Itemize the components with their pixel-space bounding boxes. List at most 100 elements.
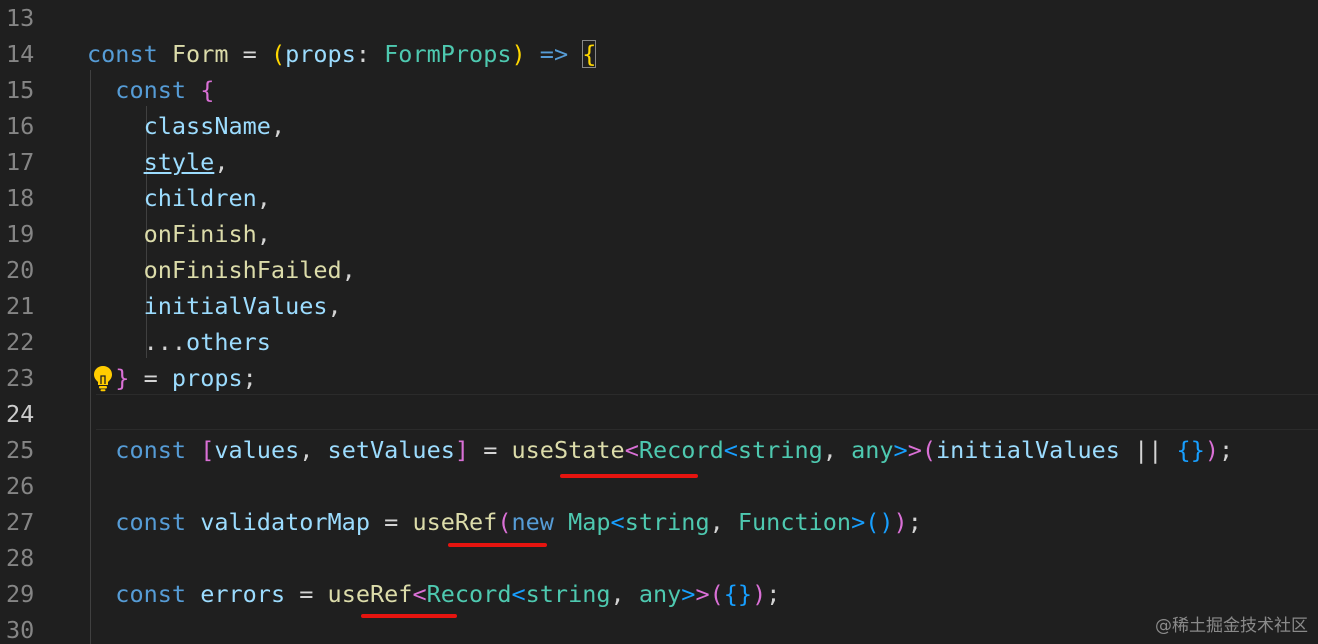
bracket: < [412,580,427,608]
bracket: ) [752,580,767,608]
bracket: [ [200,436,215,464]
code-line: 15 const { [0,72,1318,108]
code-text[interactable]: style, [87,144,229,180]
identifier: children [143,184,257,212]
function-name: useRef [412,508,498,536]
type-name: Record [638,436,724,464]
bracket: { [1176,436,1191,464]
operator: ... [143,328,187,356]
identifier: onFinish [143,220,257,248]
code-text[interactable]: const [values, setValues] = useState<Rec… [87,432,1233,468]
code-line: 19 onFinish, [0,216,1318,252]
line-number: 18 [6,184,35,212]
code-line: 18 children, [0,180,1318,216]
bracket: } [115,364,130,392]
punctuation: ; [766,580,781,608]
bracket: < [723,436,738,464]
identifier: className [143,112,271,140]
code-line: 24 [0,396,1318,432]
line-number: 25 [6,436,35,464]
operator: = [469,436,512,464]
punctuation: , [299,436,328,464]
line-number: 16 [6,112,35,140]
code-text[interactable]: onFinish, [87,216,271,252]
punctuation: , [214,148,229,176]
code-line: 21 initialValues, [0,288,1318,324]
line-number: 17 [6,148,35,176]
operator: = [369,508,413,536]
line-number: 29 [6,580,35,608]
bracket: { [200,76,215,104]
code-text[interactable]: onFinishFailed, [87,252,356,288]
keyword: const [115,436,187,464]
line-number: 19 [6,220,35,248]
identifier: onFinishFailed [143,256,342,284]
operator: = [285,580,328,608]
line-number: 30 [6,616,35,644]
lightbulb-icon[interactable] [92,364,114,392]
code-text[interactable]: const validatorMap = useRef(new Map<stri… [87,504,922,540]
punctuation: , [256,184,271,212]
code-text[interactable]: const Form = (props: FormProps) => { [87,36,597,72]
keyword: const [87,40,158,68]
punctuation: : [355,40,385,68]
code-text[interactable]: initialValues, [87,288,342,324]
function-name: useRef [327,580,413,608]
bracket: { [723,580,738,608]
type-name: Record [426,580,512,608]
function-name: useState [511,436,625,464]
bracket: > [907,436,922,464]
code-line: 28 [0,540,1318,576]
bracket: } [1190,436,1205,464]
identifier: initialValues [143,292,328,320]
bracket: } [737,580,753,608]
bracket: ( [865,508,880,536]
code-line: 20 onFinishFailed, [0,252,1318,288]
code-text[interactable]: ...others [87,324,271,360]
operator: = [228,40,271,68]
identifier: props [285,40,356,68]
keyword: const [115,508,187,536]
bracket: ( [921,436,936,464]
line-number: 20 [6,256,35,284]
line-number: 13 [6,4,35,32]
bracket: ( [497,508,512,536]
code-text[interactable]: const { [87,72,214,108]
code-line: 13 [0,0,1318,36]
punctuation: , [270,112,286,140]
bracket: ) [893,508,908,536]
bracket: ] [454,436,470,464]
code-line: 25 const [values, setValues] = useState<… [0,432,1318,468]
identifier: initialValues [936,436,1120,464]
code-text[interactable]: const errors = useRef<Record<string, any… [87,576,780,612]
bracket: > [681,580,696,608]
line-number: 21 [6,292,35,320]
identifier: values [214,436,300,464]
bracket: > [695,580,710,608]
operator: => [525,40,583,68]
operator: || [1119,436,1177,464]
annotation-underline [560,474,698,478]
annotation-underline [448,543,547,547]
identifier: style [143,148,215,176]
line-number: 26 [6,472,35,500]
code-line: 23 } = props; [0,360,1318,396]
code-line: 22 ...others [0,324,1318,360]
punctuation: , [822,436,852,464]
annotation-underline [361,614,457,618]
punctuation: ; [242,364,257,392]
keyword: const [115,76,187,104]
code-text[interactable]: className, [87,108,286,144]
bracket: < [610,508,625,536]
code-line: 30 [0,612,1318,644]
bracket: ) [879,508,894,536]
code-text[interactable]: children, [87,180,271,216]
matched-bracket: { [582,40,597,68]
identifier: validatorMap [200,508,370,536]
watermark: @稀土掘金技术社区 [1155,616,1308,636]
bracket: < [624,436,639,464]
line-number: 22 [6,328,35,356]
bracket: ( [709,580,724,608]
keyword: new [511,508,554,536]
code-editor[interactable]: 13 14 const Form = (props: FormProps) =>… [0,0,1318,644]
